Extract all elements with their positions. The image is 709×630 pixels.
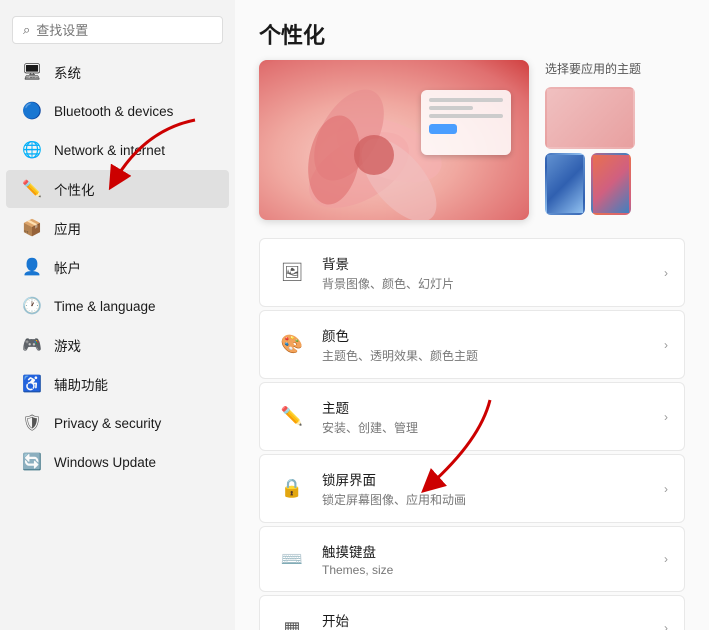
background-title: 背景	[322, 253, 650, 273]
lockscreen-icon: 🔒	[276, 473, 308, 505]
sidebar-item-personalize[interactable]: ✏️ 个性化	[6, 170, 229, 208]
theme-thumb-3[interactable]	[591, 153, 631, 215]
touch-chevron: ›	[664, 552, 668, 566]
theme-section: 选择要应用的主题	[235, 60, 709, 220]
apps-icon: 📦	[22, 218, 42, 238]
sidebar-item-time[interactable]: 🕐 Time & language	[6, 287, 229, 325]
bluetooth-icon: 🔵	[22, 101, 42, 121]
settings-item-theme[interactable]: ✏️ 主题 安装、创建、管理 ›	[259, 382, 685, 451]
personalize-icon: ✏️	[22, 179, 42, 199]
theme-chevron: ›	[664, 410, 668, 424]
search-input[interactable]	[36, 23, 212, 38]
window-line-1	[429, 98, 503, 102]
settings-item-touch[interactable]: ⌨️ 触摸键盘 Themes, size ›	[259, 526, 685, 592]
privacy-icon: 🛡	[22, 413, 42, 433]
color-desc: 主题色、透明效果、颜色主题	[322, 347, 650, 364]
sidebar-item-apps[interactable]: 📦 应用	[6, 209, 229, 247]
sidebar-item-label-personalize: 个性化	[54, 179, 95, 199]
sidebar-item-gaming[interactable]: 🎮 游戏	[6, 326, 229, 364]
start-text: 开始 Recent apps and items, folders	[322, 610, 650, 630]
lockscreen-chevron: ›	[664, 482, 668, 496]
touch-icon: ⌨️	[276, 543, 308, 575]
sidebar-item-update[interactable]: 🔄 Windows Update	[6, 443, 229, 481]
window-mockup	[421, 90, 511, 155]
sidebar-item-label-privacy: Privacy & security	[54, 416, 161, 431]
window-button	[429, 124, 457, 134]
search-icon: ⌕	[23, 22, 30, 38]
theme-desc: 安装、创建、管理	[322, 419, 650, 436]
settings-item-lockscreen[interactable]: 🔒 锁屏界面 锁定屏幕图像、应用和动画 ›	[259, 454, 685, 523]
sidebar-item-label-gaming: 游戏	[54, 335, 81, 355]
color-icon: 🎨	[276, 329, 308, 361]
background-chevron: ›	[664, 266, 668, 280]
window-line-3	[429, 114, 503, 118]
start-title: 开始	[322, 610, 650, 630]
background-text: 背景 背景图像、颜色、幻灯片	[322, 253, 650, 292]
background-desc: 背景图像、颜色、幻灯片	[322, 275, 650, 292]
lockscreen-desc: 锁定屏幕图像、应用和动画	[322, 491, 650, 508]
sidebar-item-label-time: Time & language	[54, 299, 156, 314]
sidebar-item-system[interactable]: 🖥 系统	[6, 53, 229, 91]
start-icon: ▦	[276, 612, 308, 630]
lockscreen-text: 锁屏界面 锁定屏幕图像、应用和动画	[322, 469, 650, 508]
color-text: 颜色 主题色、透明效果、颜色主题	[322, 325, 650, 364]
lockscreen-title: 锁屏界面	[322, 469, 650, 489]
theme-thumbnails: 选择要应用的主题	[545, 60, 641, 215]
update-icon: 🔄	[22, 452, 42, 472]
settings-item-background[interactable]: 🖼 背景 背景图像、颜色、幻灯片 ›	[259, 238, 685, 307]
sidebar-item-accessibility[interactable]: ♿ 辅助功能	[6, 365, 229, 403]
page-title: 个性化	[235, 0, 709, 60]
theme-select-label: 选择要应用的主题	[545, 60, 641, 83]
sidebar-search-area: ⌕	[0, 8, 235, 52]
sidebar-item-label-update: Windows Update	[54, 455, 156, 470]
background-icon: 🖼	[276, 257, 308, 289]
touch-title: 触摸键盘	[322, 541, 650, 561]
sidebar-item-label-accessibility: 辅助功能	[54, 374, 108, 394]
gaming-icon: 🎮	[22, 335, 42, 355]
nav-list: 🖥 系统 🔵 Bluetooth & devices 🌐 Network & i…	[0, 52, 235, 482]
theme-title: 主题	[322, 397, 650, 417]
theme-thumb-2[interactable]	[545, 153, 585, 215]
accessibility-icon: ♿	[22, 374, 42, 394]
start-chevron: ›	[664, 621, 668, 630]
sidebar: ⌕ 🖥 系统 🔵 Bluetooth & devices 🌐 Network &…	[0, 0, 235, 630]
sidebar-item-bluetooth[interactable]: 🔵 Bluetooth & devices	[6, 92, 229, 130]
touch-desc: Themes, size	[322, 563, 650, 577]
sidebar-item-accounts[interactable]: 👤 帐户	[6, 248, 229, 286]
sidebar-item-label-accounts: 帐户	[54, 257, 81, 277]
theme-icon: ✏️	[276, 401, 308, 433]
window-line-2	[429, 106, 473, 110]
theme-thumb-1[interactable]	[545, 87, 635, 149]
accounts-icon: 👤	[22, 257, 42, 277]
network-icon: 🌐	[22, 140, 42, 160]
sidebar-item-privacy[interactable]: 🛡 Privacy & security	[6, 404, 229, 442]
search-box[interactable]: ⌕	[12, 16, 223, 44]
color-title: 颜色	[322, 325, 650, 345]
theme-preview[interactable]	[259, 60, 529, 220]
touch-text: 触摸键盘 Themes, size	[322, 541, 650, 577]
settings-item-start[interactable]: ▦ 开始 Recent apps and items, folders ›	[259, 595, 685, 630]
sidebar-item-label-network: Network & internet	[54, 143, 165, 158]
sidebar-item-label-system: 系统	[54, 62, 81, 82]
sidebar-item-network[interactable]: 🌐 Network & internet	[6, 131, 229, 169]
main-content: 个性化	[235, 0, 709, 630]
sidebar-item-label-bluetooth: Bluetooth & devices	[54, 104, 173, 119]
theme-text: 主题 安装、创建、管理	[322, 397, 650, 436]
time-icon: 🕐	[22, 296, 42, 316]
color-chevron: ›	[664, 338, 668, 352]
settings-item-color[interactable]: 🎨 颜色 主题色、透明效果、颜色主题 ›	[259, 310, 685, 379]
system-icon: 🖥	[22, 62, 42, 82]
settings-list: 🖼 背景 背景图像、颜色、幻灯片 › 🎨 颜色 主题色、透明效果、颜色主题 › …	[235, 238, 709, 630]
theme-thumb-row	[545, 153, 641, 215]
sidebar-item-label-apps: 应用	[54, 218, 81, 238]
